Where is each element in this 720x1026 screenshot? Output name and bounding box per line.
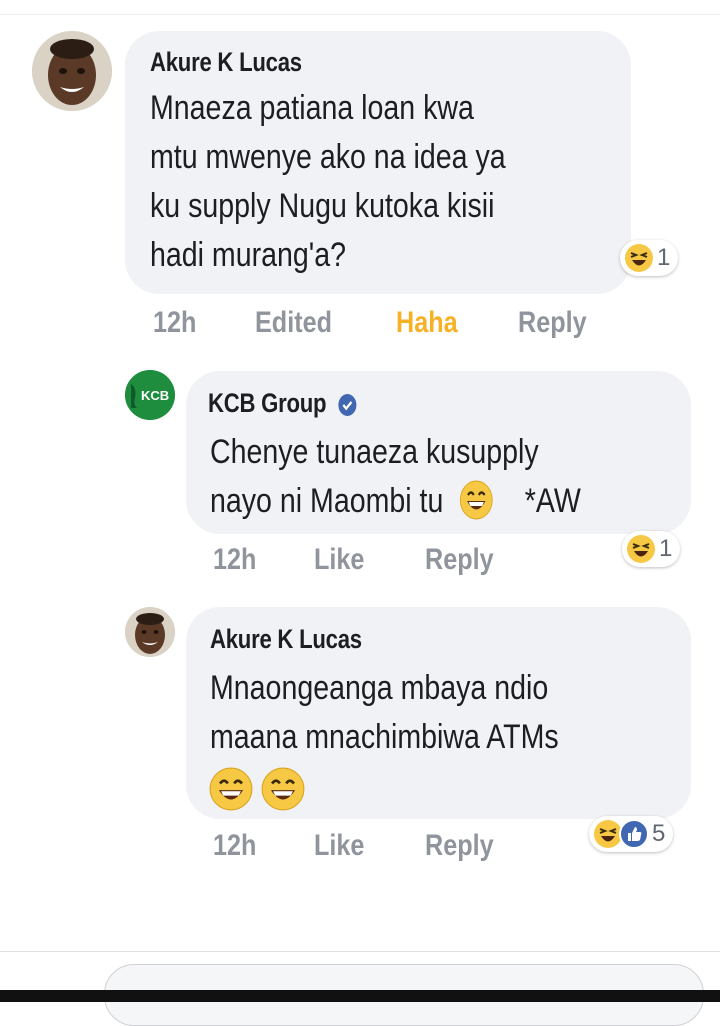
comment-text-line: nayo ni Maombi tu *AW: [210, 477, 581, 526]
comment-author[interactable]: Akure K Lucas: [210, 624, 362, 655]
comment-text-line: hadi murang'a?: [150, 236, 346, 274]
avatar-kcb-group[interactable]: KCB: [125, 370, 175, 420]
haha-reaction-icon: [625, 244, 653, 272]
reply-button[interactable]: Reply: [518, 306, 587, 340]
comment-timestamp[interactable]: 12h: [153, 306, 196, 340]
comment-text-part: nayo ni Maombi tu: [210, 482, 444, 520]
reaction-summary[interactable]: 1: [620, 240, 679, 276]
comment-text-line: Mnaeza patiana loan kwa: [150, 89, 474, 127]
system-nav-bar: [0, 990, 720, 1002]
kcb-logo-icon: KCB: [125, 370, 175, 420]
grinning-emoji-icon: [460, 480, 493, 520]
grinning-emoji-icon: [261, 767, 305, 811]
comment-timestamp[interactable]: 12h: [213, 543, 256, 577]
comment-signature: *AW: [524, 482, 581, 520]
composer-divider: [0, 951, 720, 952]
reaction-summary[interactable]: 5: [589, 816, 674, 852]
grinning-emoji-icon: [209, 767, 253, 811]
avatar-akure-k-lucas[interactable]: [125, 607, 175, 657]
like-button[interactable]: Like: [314, 543, 364, 577]
comment-text-line: maana mnachimbiwa ATMs: [210, 718, 559, 756]
comment-text-line: Mnaongeanga mbaya ndio: [210, 669, 549, 707]
comment-timestamp[interactable]: 12h: [213, 829, 256, 863]
comment-author[interactable]: Akure K Lucas: [150, 47, 302, 78]
comment-emoji-line: [209, 767, 305, 811]
reaction-count: 1: [659, 535, 673, 562]
haha-reaction-icon: [627, 535, 655, 563]
like-button[interactable]: Like: [314, 829, 364, 863]
person-photo-icon: [125, 607, 175, 657]
reply-button[interactable]: Reply: [425, 543, 494, 577]
avatar-akure-k-lucas[interactable]: [32, 31, 112, 111]
comment-author[interactable]: KCB Group: [208, 388, 357, 419]
person-photo-icon: [32, 31, 112, 111]
kcb-logo-text: KCB: [141, 388, 169, 403]
reply-button[interactable]: Reply: [425, 829, 494, 863]
reaction-summary[interactable]: 1: [622, 531, 681, 567]
comment-text-line: ku supply Nugu kutoka kisii: [150, 187, 495, 225]
verified-badge-icon: [337, 393, 357, 416]
comment-text-line: Chenye tunaeza kusupply: [210, 433, 539, 471]
top-divider: [0, 14, 720, 15]
haha-button[interactable]: Haha: [396, 306, 458, 340]
edited-label[interactable]: Edited: [255, 306, 332, 340]
reaction-count: 5: [652, 820, 666, 847]
author-name: KCB Group: [208, 388, 327, 418]
reaction-count: 1: [657, 244, 671, 271]
comment-text-line: mtu mwenye ako na idea ya: [150, 138, 506, 176]
like-reaction-icon: [619, 819, 649, 849]
